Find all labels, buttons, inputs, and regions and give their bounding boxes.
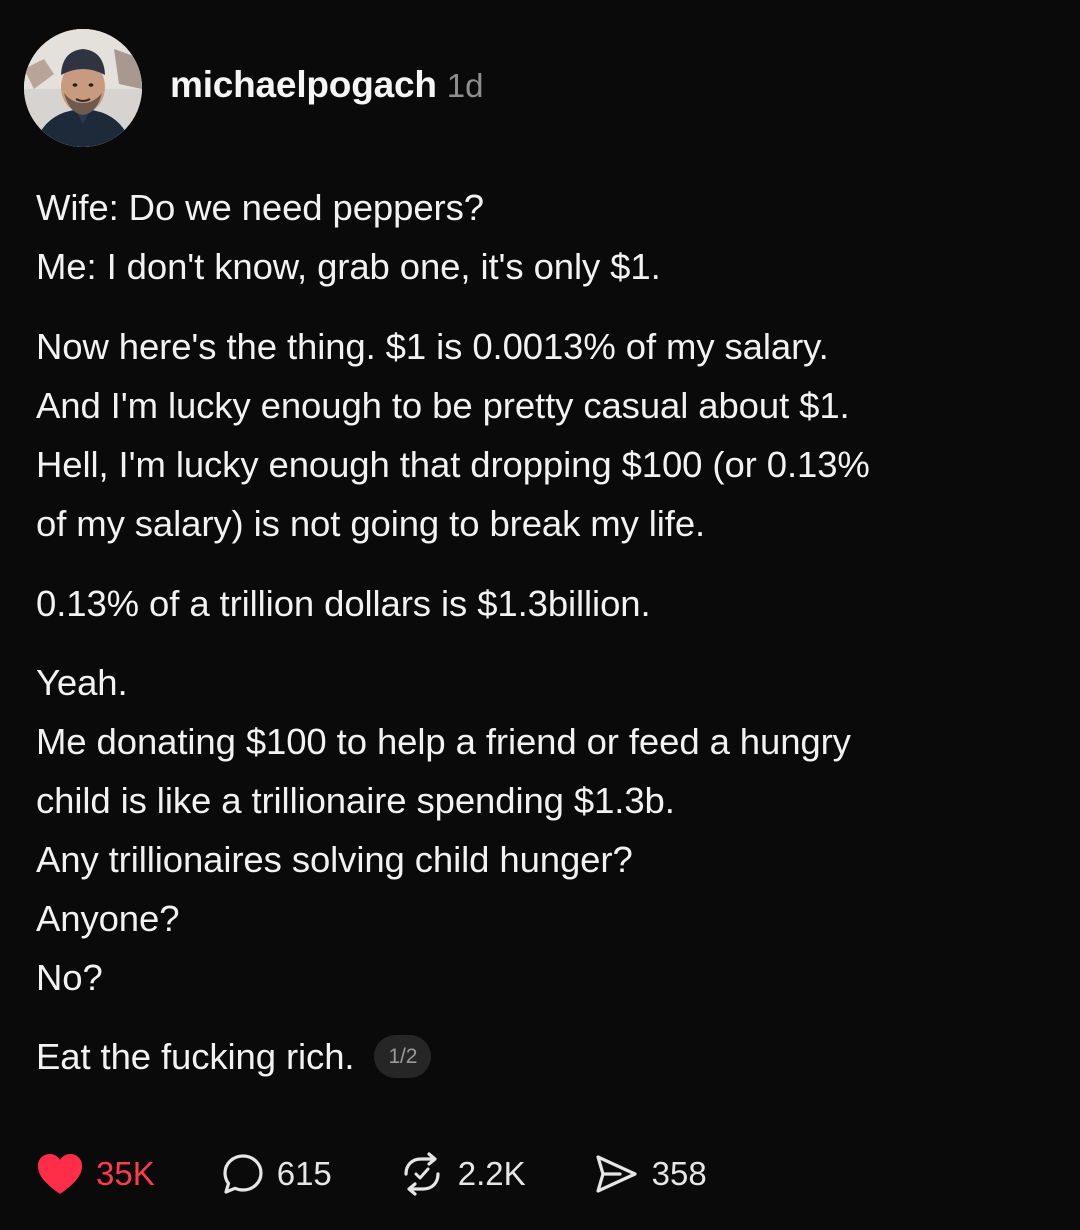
post-body: Wife: Do we need peppers? Me: I don't kn… <box>36 178 1046 1086</box>
post-time: 1d <box>446 67 484 104</box>
thread-post: michaelpogach 1d Wife: Do we need pepper… <box>0 0 1080 1230</box>
user-line: michaelpogach 1d <box>170 64 483 106</box>
post-closing: Eat the fucking rich. 1/2 <box>36 1027 1046 1086</box>
post-header: michaelpogach 1d <box>24 28 483 148</box>
avatar-photo <box>24 29 142 147</box>
heart-icon <box>36 1152 84 1196</box>
reply-button[interactable]: 615 <box>221 1152 332 1196</box>
post-line: Wife: Do we need peppers? <box>36 187 484 228</box>
post-line: Yeah. <box>36 662 128 703</box>
post-paragraph: 0.13% of a trillion dollars is $1.3billi… <box>36 583 651 624</box>
reply-count: 615 <box>276 1155 332 1192</box>
post-line: Me: I don't know, grab one, it's only $1… <box>36 246 661 287</box>
repost-button[interactable]: 2.2K <box>398 1152 526 1196</box>
send-paper-plane-icon <box>592 1152 640 1196</box>
repost-count: 2.2K <box>457 1155 526 1192</box>
share-count: 358 <box>651 1155 707 1192</box>
page-indicator-badge: 1/2 <box>374 1035 432 1078</box>
share-button[interactable]: 358 <box>592 1152 707 1196</box>
username[interactable]: michaelpogach <box>170 64 437 106</box>
action-bar: 35K 615 2.2K 358 <box>36 1148 707 1200</box>
post-line: Any trillionaires solving child hunger? <box>36 839 633 880</box>
post-line: Eat the fucking rich. <box>36 1036 355 1077</box>
post-paragraph: Now here's the thing. $1 is 0.0013% of m… <box>36 326 870 544</box>
post-line: No? <box>36 957 103 998</box>
like-button[interactable]: 35K <box>36 1152 155 1196</box>
avatar[interactable] <box>24 29 142 147</box>
post-paragraph: Me donating $100 to help a friend or fee… <box>36 721 851 821</box>
like-count: 35K <box>96 1155 155 1192</box>
comment-bubble-icon <box>221 1152 265 1196</box>
repost-arrows-icon <box>398 1152 446 1196</box>
post-line: Anyone? <box>36 898 180 939</box>
